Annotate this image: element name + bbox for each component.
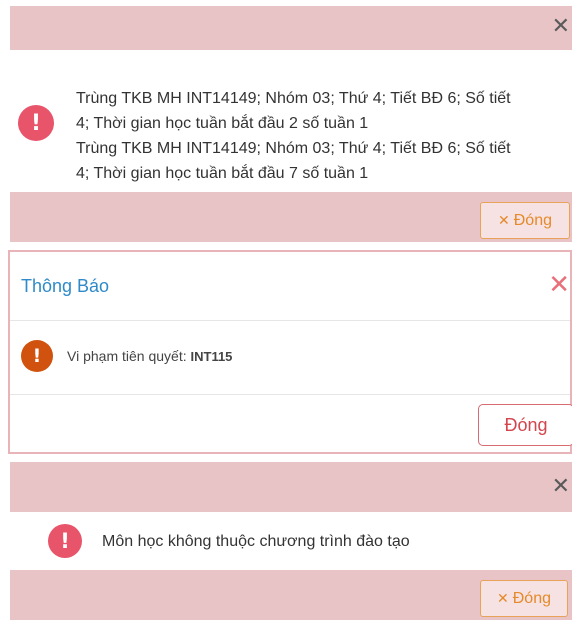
close-button-label: Đóng	[513, 211, 552, 229]
dialog3-header	[10, 462, 572, 512]
dialog3-close-button[interactable]: ✕ Đóng	[480, 580, 568, 617]
dialog3-message: Môn học không thuộc chương trình đào tạo	[102, 533, 410, 550]
dialog2-close-icon[interactable]: ✕	[548, 272, 570, 298]
message-line: Trùng TKB MH INT14149; Nhóm 03; Thứ 4; T…	[76, 90, 511, 107]
close-icon: ✕	[497, 590, 509, 607]
warning-icon: !	[21, 340, 53, 372]
close-icon: ✕	[498, 212, 510, 229]
dialog-title: Thông Báo	[21, 276, 110, 296]
message-line: 4; Thời gian học tuần bắt đầu 2 số tuần …	[76, 115, 369, 132]
divider	[10, 394, 570, 395]
notification-dialog: Thông Báo ✕ ! Vi phạm tiên quyết: INT115…	[8, 250, 572, 454]
message-value: INT115	[190, 349, 233, 364]
dialog1-message: Trùng TKB MH INT14149; Nhóm 03; Thứ 4; T…	[76, 86, 564, 186]
divider	[10, 320, 570, 321]
message-line: 4; Thời gian học tuần bắt đầu 7 số tuần …	[76, 165, 369, 182]
error-icon: !	[18, 105, 54, 141]
close-button-label: Đóng	[512, 589, 551, 607]
message-line: Trùng TKB MH INT14149; Nhóm 03; Thứ 4; T…	[76, 140, 511, 157]
dialog3-close-icon[interactable]: ✕	[552, 476, 570, 498]
error-icon: !	[48, 524, 82, 558]
dialog1-close-button[interactable]: ✕ Đóng	[480, 202, 570, 239]
message-label: Vi phạm tiên quyết:	[67, 348, 187, 364]
dialog2-close-button[interactable]: Đóng	[478, 404, 572, 446]
dialog2-message: Vi phạm tiên quyết: INT115	[67, 348, 232, 364]
dialog1-header	[10, 6, 572, 50]
dialog1-close-icon[interactable]: ✕	[552, 16, 570, 38]
